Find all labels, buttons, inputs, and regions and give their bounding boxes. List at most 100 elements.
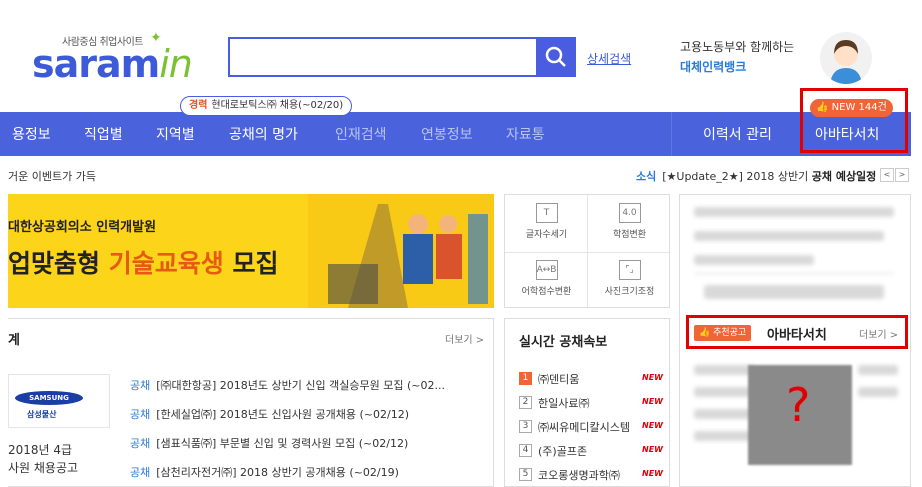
tools-grid: T 글자수세기 4.0 학점변환 A↔B 어학점수변환 ⌜⌟ 사진크기조정 (504, 194, 670, 308)
banner-title: 업맞춤형 기술교육생 모집 (8, 244, 278, 280)
section-title: 계 (8, 333, 20, 348)
new-badge: NEW (642, 469, 663, 478)
blurred-content (858, 387, 898, 397)
banner-illustration-icon (308, 194, 494, 308)
promo-banner[interactable]: 대한상공회의소 인력개발원 업맞춤형 기술교육생 모집 (8, 194, 494, 308)
search-input[interactable] (228, 37, 538, 77)
news-prev-button[interactable]: < (880, 168, 894, 182)
tool-grade-convert[interactable]: 4.0 학점변환 (588, 195, 671, 252)
job-item[interactable]: 공채 [㈜대한항공] 2018년도 상반기 신입 객실승무원 모집 (~02... (130, 377, 445, 393)
list-item[interactable]: 1 ㈜덴티움 NEW (519, 371, 667, 387)
nav-item-salary[interactable]: 연봉정보 (421, 124, 473, 144)
company-name: ㈜씨유메디칼시스템 (538, 421, 630, 434)
blurred-content (694, 255, 814, 265)
job-tag: 공채 (130, 379, 151, 392)
list-item[interactable]: 3 ㈜씨유메디칼시스템 NEW (519, 419, 667, 435)
grade-icon: 4.0 (618, 203, 641, 223)
job-item[interactable]: 공채 [샘표식품㈜] 부문별 신입 및 경력사원 모집 (~02/12) (130, 435, 408, 451)
thumbs-up-icon: 👍 (699, 328, 711, 338)
job-tag: 공채 (130, 466, 151, 479)
blurred-content (694, 231, 884, 241)
tooltip-tag: 경력 (189, 100, 208, 111)
news-tag: 소식 (636, 170, 657, 183)
more-link[interactable]: 더보기 > (445, 331, 484, 346)
blurred-content (858, 365, 898, 375)
recommend-badge: 👍 추천공고 (694, 325, 752, 341)
saramin-logo[interactable]: saramin (32, 42, 193, 86)
partner-text: 고용노동부와 함께하는 (680, 40, 795, 54)
avatar-search-header[interactable]: 👍 추천공고 아바타서치 더보기 > (686, 315, 908, 349)
nav-item-resume[interactable]: 이력서 관리 (703, 124, 772, 144)
more-link[interactable]: 더보기 > (859, 326, 898, 341)
blurred-content (694, 365, 754, 375)
tool-photo-resize[interactable]: ⌜⌟ 사진크기조정 (588, 252, 671, 309)
job-text: [삼천리자전거㈜] 2018 상반기 공개채용 (~02/19) (156, 466, 399, 479)
hiring-tooltip[interactable]: 경력 현대로보틱스㈜ 채용(~02/20) (180, 96, 353, 116)
news-text: [★Update_2★] 2018 상반기 (662, 170, 812, 183)
list-item[interactable]: 5 코오롱생명과학㈜ NEW (519, 467, 667, 483)
nav-item-famous[interactable]: 공채의 명가 (229, 124, 298, 144)
job-item[interactable]: 공채 [삼천리자전거㈜] 2018 상반기 공개채용 (~02/19) (130, 464, 399, 480)
tool-label: 사진크기조정 (604, 287, 655, 297)
company-logo[interactable]: SAMSUNG 삼성물산 (8, 374, 110, 428)
question-mark: ? (786, 378, 811, 432)
nav-item-info[interactable]: 용정보 (12, 124, 51, 144)
blurred-content (694, 431, 754, 441)
job-text: [샘표식품㈜] 부문별 신입 및 경력사원 모집 (~02/12) (156, 437, 409, 450)
nav-item-job[interactable]: 직업별 (84, 124, 123, 144)
announcement-line[interactable]: 사원 채용공고 (8, 459, 78, 476)
advanced-search-link[interactable]: 상세검색 (587, 50, 631, 67)
company-name: (주)골프존 (538, 445, 588, 458)
avatar-search-title: 아바타서치 (767, 328, 827, 343)
blurred-content (704, 285, 884, 299)
announcement-line[interactable]: 2018년 4급 (8, 441, 72, 458)
company-name: ㈜덴티움 (538, 373, 580, 386)
logo-text: saram (32, 42, 160, 86)
resize-icon: ⌜⌟ (618, 260, 641, 280)
search-icon (545, 46, 566, 67)
blurred-divider (694, 273, 894, 274)
thumbs-up-icon: 👍 (816, 102, 829, 113)
nav-divider (671, 112, 672, 156)
nav-item-talent[interactable]: 인재검색 (335, 124, 387, 144)
samsung-logo-text: SAMSUNG (15, 391, 83, 405)
list-item[interactable]: 2 한일사료㈜ NEW (519, 395, 667, 411)
banner-title-prefix: 업맞춤형 (8, 249, 109, 278)
rank-number: 3 (519, 420, 532, 433)
news-next-button[interactable]: > (895, 168, 909, 182)
blurred-content (694, 409, 754, 419)
tooltip-text: 현대로보틱스㈜ 채용(~02/20) (211, 100, 344, 111)
tool-label: 어학점수변환 (521, 287, 572, 297)
divider (587, 195, 588, 307)
new-count-badge: 👍 NEW 144건 (810, 99, 893, 117)
avatar[interactable] (820, 32, 872, 84)
new-badge: NEW (642, 397, 663, 406)
new-badge: NEW (642, 373, 663, 382)
rank-number: 2 (519, 396, 532, 409)
rank-number: 4 (519, 444, 532, 457)
language-icon: A↔B (535, 260, 558, 280)
hiring-section: 계 더보기 > SAMSUNG 삼성물산 2018년 4급 사원 채용공고 공채… (8, 318, 494, 487)
logo-star-icon: ✦ (150, 30, 162, 46)
list-item[interactable]: 4 (주)골프존 NEW (519, 443, 667, 459)
news-ticker[interactable]: 소식 [★Update_2★] 2018 상반기 공채 예상일정 (636, 168, 876, 184)
rank-number: 5 (519, 468, 532, 481)
new-badge: NEW (642, 445, 663, 454)
highlight-box-nav (800, 88, 908, 153)
samsung-logo-sub: 삼성물산 (27, 410, 57, 419)
job-text: [한세실업㈜] 2018년도 신입사원 공개채용 (~02/12) (156, 408, 409, 421)
event-text[interactable]: 거운 이벤트가 가득 (8, 168, 96, 184)
realtime-title: 실시간 공채속보 (519, 335, 608, 350)
banner-subtitle: 대한상공회의소 인력개발원 (8, 220, 157, 235)
job-item[interactable]: 공채 [한세실업㈜] 2018년도 신입사원 공개채용 (~02/12) (130, 406, 409, 422)
recommend-text: 추천공고 (713, 328, 747, 338)
nav-item-data[interactable]: 자료통 (506, 124, 545, 144)
job-text: [㈜대한항공] 2018년도 상반기 신입 객실승무원 모집 (~02... (156, 379, 445, 392)
tool-lang-score[interactable]: A↔B 어학점수변환 (505, 252, 588, 309)
partner-link[interactable]: 대체인력뱅크 (680, 58, 746, 75)
search-button[interactable] (536, 37, 576, 77)
tool-label: 학점변환 (612, 230, 647, 240)
nav-item-region[interactable]: 지역별 (156, 124, 195, 144)
tool-char-count[interactable]: T 글자수세기 (505, 195, 588, 252)
banner-title-highlight: 기술교육생 (108, 249, 224, 278)
